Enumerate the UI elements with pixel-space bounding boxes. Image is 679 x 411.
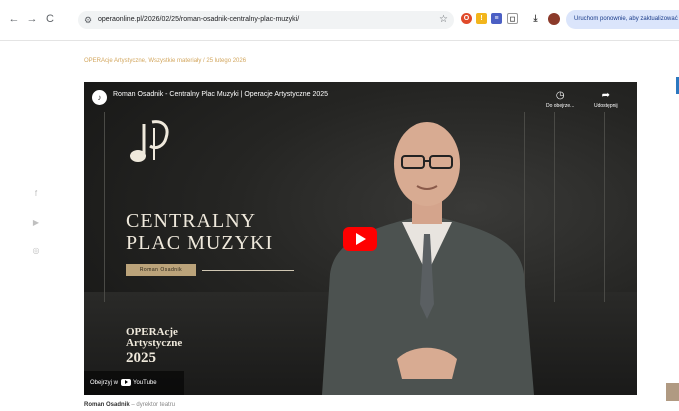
clock-icon: ◷ <box>555 90 565 101</box>
watch-on-youtube-button[interactable]: Obejrzyj w YouTube <box>84 371 184 395</box>
share-button[interactable]: ➦ Udostępnij <box>594 90 618 110</box>
video-title[interactable]: Roman Osadnik - Centralny Plac Muzyki | … <box>113 91 328 98</box>
video-headline: CENTRALNY PLAC MUZYKI <box>126 210 273 254</box>
youtube-wordmark: YouTube <box>133 380 157 386</box>
update-browser-button[interactable]: Uruchom ponownie, aby zaktualizować <box>566 10 679 29</box>
plate-divider <box>202 270 294 271</box>
share-label: Udostępnij <box>594 103 618 109</box>
youtube-embed[interactable]: ♪ Roman Osadnik - Centralny Plac Muzyki … <box>84 82 637 395</box>
brand-line-2: Artystyczne <box>126 337 183 349</box>
facebook-icon[interactable]: f <box>31 189 41 198</box>
extension-blue-icon[interactable]: ≡ <box>491 13 502 24</box>
site-info-icon[interactable]: ⚙ <box>84 13 92 27</box>
event-brand: OPERAcje Artystyczne 2025 <box>126 327 182 367</box>
scaffold-line <box>554 112 555 302</box>
caption-role: – dyrektor teatru <box>131 402 176 408</box>
reload-icon[interactable]: C <box>44 12 56 26</box>
url-text[interactable]: operaonline.pl/2026/02/25/roman-osadnik-… <box>98 14 299 26</box>
speaker-figure <box>322 122 534 395</box>
extension-opera-icon[interactable]: O <box>461 13 472 24</box>
extension-yellow-icon[interactable]: ! <box>476 13 487 24</box>
scaffold-line <box>104 112 105 302</box>
scaffold-line <box>604 112 605 302</box>
profile-avatar[interactable] <box>548 13 560 25</box>
headline-line-1: CENTRALNY <box>126 210 257 232</box>
address-bar[interactable]: ⚙ operaonline.pl/2026/02/25/roman-osadni… <box>78 11 454 29</box>
share-arrow-icon: ➦ <box>601 90 611 101</box>
breadcrumb[interactable]: OPERAcje Artystyczne, Wszystkie materiał… <box>84 58 246 64</box>
youtube-icon[interactable]: ▶ <box>31 218 41 227</box>
play-button[interactable] <box>343 227 377 251</box>
extensions-puzzle-icon[interactable]: ◻ <box>507 13 518 24</box>
channel-logo-icon[interactable]: ♪ <box>92 90 107 105</box>
instagram-icon[interactable]: ◎ <box>31 246 41 255</box>
speaker-name-plate: Roman Osadnik <box>126 264 196 276</box>
back-arrow-icon[interactable]: ← <box>8 12 20 26</box>
headline-line-2: PLAC MUZYKI <box>126 232 274 254</box>
brand-year: 2025 <box>126 350 156 366</box>
browser-toolbar: ← → C ⚙ operaonline.pl/2026/02/25/roman-… <box>0 0 679 41</box>
downloads-icon[interactable]: ⤓ <box>530 13 541 24</box>
video-caption: Roman Osadnik – dyrektor teatru <box>84 402 175 408</box>
forward-arrow-icon[interactable]: → <box>26 12 38 26</box>
music-note-logo-icon <box>130 120 169 162</box>
youtube-logo-icon <box>121 378 132 386</box>
right-edge-widget[interactable] <box>666 383 679 401</box>
caption-name: Roman Osadnik <box>84 402 130 408</box>
bookmark-star-icon[interactable]: ☆ <box>439 13 448 27</box>
watch-on-label: Obejrzyj w <box>90 380 119 386</box>
